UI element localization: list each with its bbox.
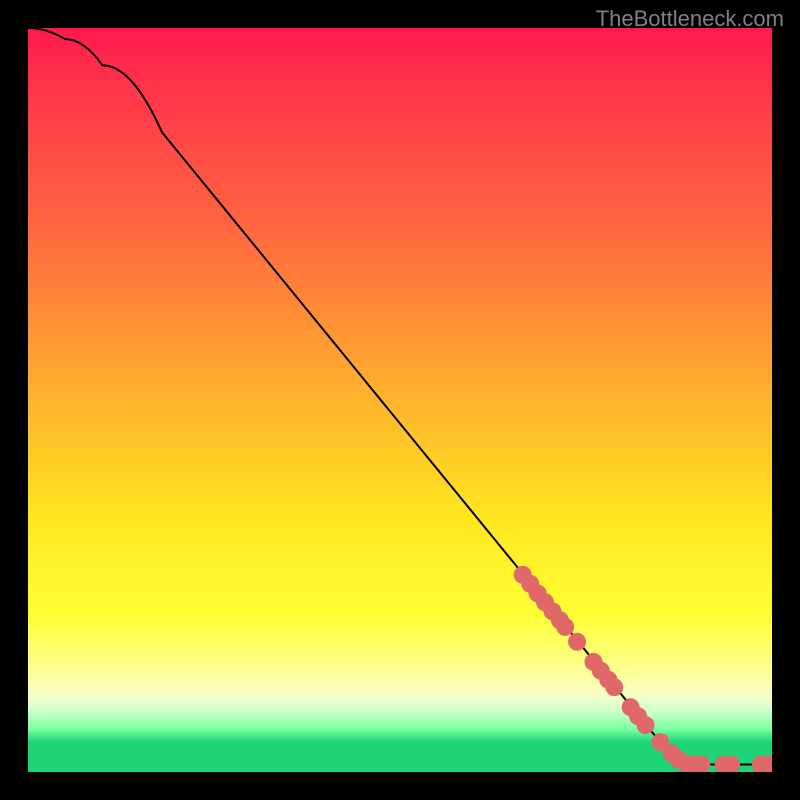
curve-line	[28, 28, 772, 765]
data-point	[637, 716, 655, 734]
chart-svg	[28, 28, 772, 772]
data-markers-group	[514, 566, 772, 772]
watermark-text: TheBottleneck.com	[596, 6, 784, 32]
data-point	[568, 633, 586, 651]
data-point	[556, 618, 574, 636]
plot-area	[28, 28, 772, 772]
data-point	[605, 678, 623, 696]
